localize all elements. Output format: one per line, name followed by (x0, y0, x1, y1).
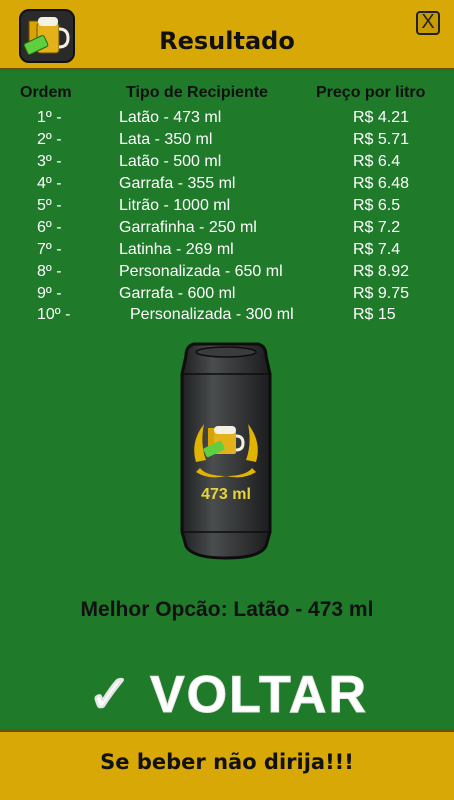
voltar-label: ✓ VOLTAR (88, 666, 368, 724)
row-price: R$ 4.21 (353, 109, 410, 126)
row-order: 9º - (37, 285, 62, 302)
row-order: 2º - (37, 131, 62, 148)
row-order: 10º - (37, 306, 71, 323)
best-option-text: Melhor Opcão: Latão - 473 ml (80, 598, 374, 621)
row-order: 8º - (37, 263, 62, 280)
row-price: R$ 7.4 (353, 241, 401, 258)
page-title: Resultado (159, 27, 295, 55)
row-type: Garrafa - 600 ml (119, 285, 236, 302)
row-order: 5º - (37, 197, 62, 214)
row-order: 1º - (37, 109, 62, 126)
row-type: Personalizada - 650 ml (119, 263, 283, 280)
row-price: R$ 6.5 (353, 197, 401, 214)
row-type: Latão - 473 ml (119, 109, 222, 126)
row-type: Latinha - 269 ml (119, 241, 234, 258)
row-order: 6º - (37, 219, 62, 236)
row-type: Garrafa - 355 ml (119, 175, 236, 192)
row-price: R$ 6.4 (353, 153, 401, 170)
column-header-order: Ordem (20, 84, 72, 101)
row-type: Garrafinha - 250 ml (119, 219, 257, 236)
row-type: Lata - 350 ml (119, 131, 213, 148)
row-order: 7º - (37, 241, 62, 258)
row-price: R$ 9.75 (353, 285, 410, 302)
footer-bar: Se beber não dirija!!! (0, 730, 454, 800)
row-order: 4º - (37, 175, 62, 192)
row-type: Latão - 500 ml (119, 153, 222, 170)
footer-warning-text: Se beber não dirija!!! (100, 750, 354, 774)
row-price: R$ 8.92 (353, 263, 410, 280)
row-type: Personalizada - 300 ml (130, 306, 294, 323)
column-header-price: Preço por litro (316, 84, 426, 101)
row-price: R$ 7.2 (353, 219, 401, 236)
row-order: 3º - (37, 153, 62, 170)
row-price: R$ 15 (353, 306, 396, 323)
row-price: R$ 5.71 (353, 131, 410, 148)
column-header-type: Tipo de Recipiente (126, 84, 268, 101)
voltar-button[interactable]: ✓ VOLTAR (87, 662, 368, 725)
can-size-label: 473 ml (201, 486, 251, 503)
header-bar: Resultado X (0, 0, 454, 70)
beer-can-image (180, 342, 272, 560)
close-button[interactable]: X (416, 11, 440, 35)
row-price: R$ 6.48 (353, 175, 410, 192)
row-type: Litrão - 1000 ml (119, 197, 231, 214)
